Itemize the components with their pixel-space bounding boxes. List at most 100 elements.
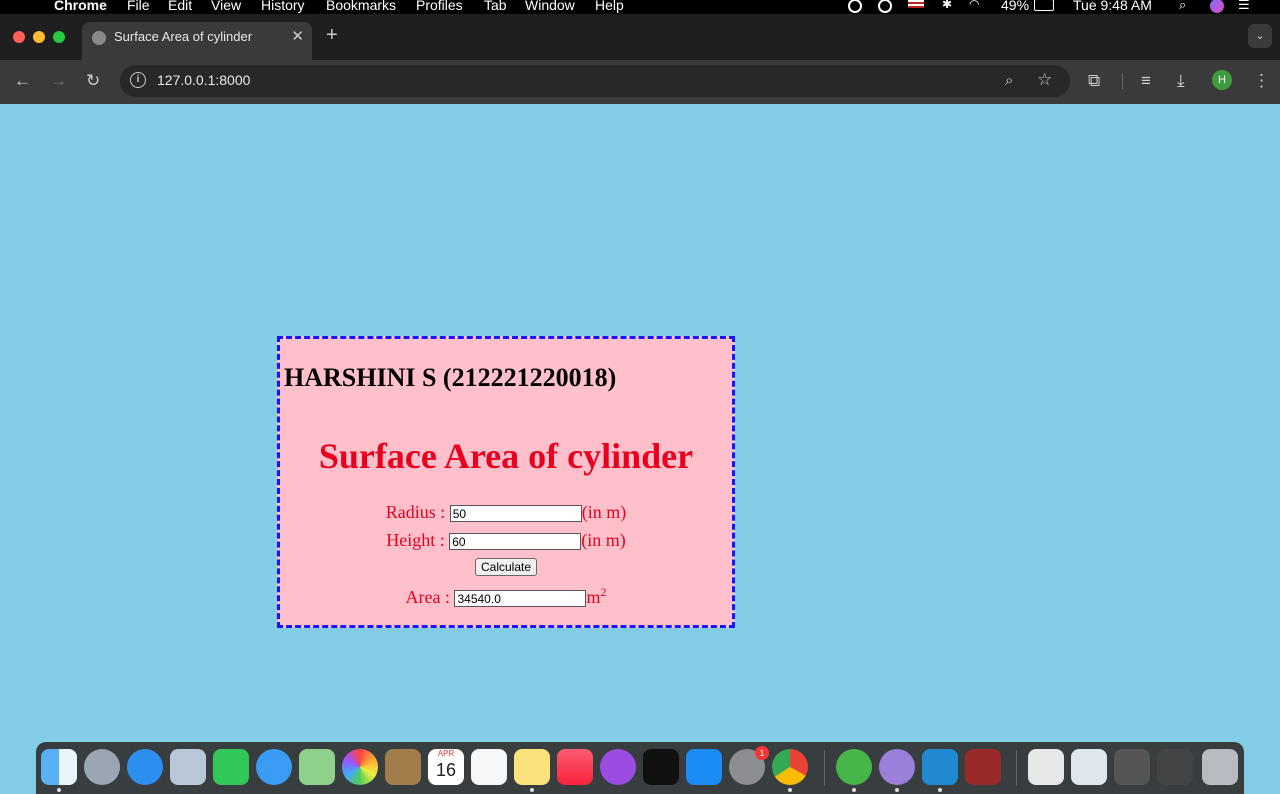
tab-active[interactable]: Surface Area of cylinder ✕ xyxy=(82,22,312,60)
area-unit-exponent: 2 xyxy=(600,585,607,599)
bluetooth-icon[interactable]: ✱ xyxy=(942,0,952,11)
new-tab-button[interactable]: + xyxy=(326,24,338,47)
menu-view[interactable]: View xyxy=(211,0,241,13)
download-icon[interactable]: ⤓ xyxy=(1177,71,1185,91)
bookmark-star-icon[interactable]: ☆ xyxy=(1037,70,1052,90)
siri-icon[interactable] xyxy=(1210,0,1224,13)
calendar-icon[interactable]: APR 16 xyxy=(428,749,464,785)
control-center-icon[interactable]: ☰ xyxy=(1238,0,1250,13)
student-name: HARSHINI S (212221220018) xyxy=(284,363,617,392)
running-indicator xyxy=(852,788,856,792)
status-app-icon[interactable] xyxy=(848,0,862,13)
browser-toolbar: ← → ↻ i 127.0.0.1:8000 ⌕ ☆ ⧉ ≡ ⤓ H ⋮ xyxy=(0,60,1280,105)
close-window-button[interactable] xyxy=(13,31,25,43)
reading-list-icon[interactable]: ≡ xyxy=(1141,71,1151,91)
calendar-day: 16 xyxy=(435,760,457,780)
utorrent-icon[interactable] xyxy=(836,749,872,785)
apple-tv-icon[interactable] xyxy=(643,749,679,785)
mail-icon[interactable] xyxy=(170,749,206,785)
finder-icon[interactable] xyxy=(41,749,77,785)
forward-arrow-icon[interactable]: → xyxy=(50,71,67,91)
dock-divider xyxy=(1016,750,1017,786)
wifi-icon[interactable]: ◠ xyxy=(969,0,979,11)
trash-icon[interactable] xyxy=(1202,749,1238,785)
vscode-icon[interactable] xyxy=(922,749,958,785)
menu-profiles[interactable]: Profiles xyxy=(416,0,463,13)
menu-history[interactable]: History xyxy=(261,0,305,13)
toolbar-divider xyxy=(1122,73,1123,89)
radius-input[interactable] xyxy=(449,505,582,523)
battery-icon[interactable] xyxy=(1034,0,1054,11)
launchpad-icon[interactable] xyxy=(84,749,120,785)
calculate-button[interactable]: Calculate xyxy=(475,558,538,576)
podcasts-icon[interactable] xyxy=(600,749,636,785)
height-input[interactable] xyxy=(449,533,582,551)
dock: APR 16 1 xyxy=(36,742,1244,794)
reload-icon[interactable]: ↻ xyxy=(86,71,100,91)
calculator-card: HARSHINI S (212221220018) Surface Area o… xyxy=(277,336,735,628)
screenshot-thumbnail-icon[interactable] xyxy=(1071,749,1107,785)
photos-icon[interactable] xyxy=(342,749,378,785)
tab-title: Surface Area of cylinder xyxy=(114,29,253,44)
safari-icon[interactable] xyxy=(127,749,163,785)
radius-row: Radius : (in m) xyxy=(280,502,732,523)
notification-badge: 1 xyxy=(755,746,769,760)
area-unit: m xyxy=(586,587,601,607)
running-indicator xyxy=(788,788,792,792)
facetime-icon[interactable] xyxy=(213,749,249,785)
page-title: Surface Area of cylinder xyxy=(318,436,694,476)
minimize-window-button[interactable] xyxy=(33,31,45,43)
globe-icon xyxy=(92,31,106,45)
menu-help[interactable]: Help xyxy=(595,0,624,13)
menu-edit[interactable]: Edit xyxy=(168,0,192,13)
window-thumbnail-icon[interactable] xyxy=(1157,749,1193,785)
profile-avatar[interactable]: H xyxy=(1212,70,1232,90)
contacts-icon[interactable] xyxy=(385,749,421,785)
dictionary-icon[interactable] xyxy=(965,749,1001,785)
running-indicator xyxy=(938,788,942,792)
document-icon[interactable] xyxy=(1028,749,1064,785)
address-bar[interactable]: i 127.0.0.1:8000 ⌕ ☆ xyxy=(120,65,1070,97)
battery-percent[interactable]: 49% xyxy=(1001,0,1029,13)
url-text[interactable]: 127.0.0.1:8000 xyxy=(157,72,250,88)
menu-tab[interactable]: Tab xyxy=(484,0,507,13)
menu-window[interactable]: Window xyxy=(525,0,575,13)
area-row: Area : m2 xyxy=(280,585,732,608)
tab-search-button[interactable]: ⌄ xyxy=(1248,24,1272,48)
maps-icon[interactable] xyxy=(299,749,335,785)
area-label: Area : xyxy=(405,587,450,607)
height-label: Height : xyxy=(386,530,445,550)
reminders-icon[interactable] xyxy=(471,749,507,785)
height-unit: (in m) xyxy=(581,530,626,550)
site-info-icon[interactable]: i xyxy=(130,72,146,88)
wordpress-icon[interactable] xyxy=(878,0,892,13)
bittorrent-icon[interactable] xyxy=(879,749,915,785)
radius-unit: (in m) xyxy=(581,502,627,522)
menu-app-name[interactable]: Chrome xyxy=(54,0,107,13)
dock-divider xyxy=(824,750,825,786)
extensions-icon[interactable]: ⧉ xyxy=(1088,71,1100,91)
radius-label: Radius : xyxy=(385,502,446,522)
menu-bookmarks[interactable]: Bookmarks xyxy=(326,0,396,13)
back-arrow-icon[interactable]: ← xyxy=(14,71,31,91)
close-tab-icon[interactable]: ✕ xyxy=(291,27,304,45)
app-store-icon[interactable] xyxy=(686,749,722,785)
calendar-month: APR xyxy=(437,749,455,758)
chrome-icon[interactable] xyxy=(772,749,808,785)
music-icon[interactable] xyxy=(557,749,593,785)
clock[interactable]: Tue 9:48 AM xyxy=(1073,0,1152,13)
spotlight-search-icon[interactable]: ⌕ xyxy=(1179,0,1186,13)
running-indicator xyxy=(530,788,534,792)
tab-strip: Surface Area of cylinder ✕ + ⌄ xyxy=(0,14,1280,60)
window-thumbnail-icon[interactable] xyxy=(1114,749,1150,785)
more-menu-icon[interactable]: ⋮ xyxy=(1253,71,1270,91)
menu-file[interactable]: File xyxy=(127,0,150,13)
running-indicator xyxy=(57,788,61,792)
notes-icon[interactable] xyxy=(514,749,550,785)
zoom-icon[interactable]: ⌕ xyxy=(1005,71,1013,91)
messages-icon[interactable] xyxy=(256,749,292,785)
input-source-flag-icon[interactable] xyxy=(908,0,924,8)
zoom-window-button[interactable] xyxy=(53,31,65,43)
area-output[interactable] xyxy=(454,590,587,608)
running-indicator xyxy=(895,788,899,792)
